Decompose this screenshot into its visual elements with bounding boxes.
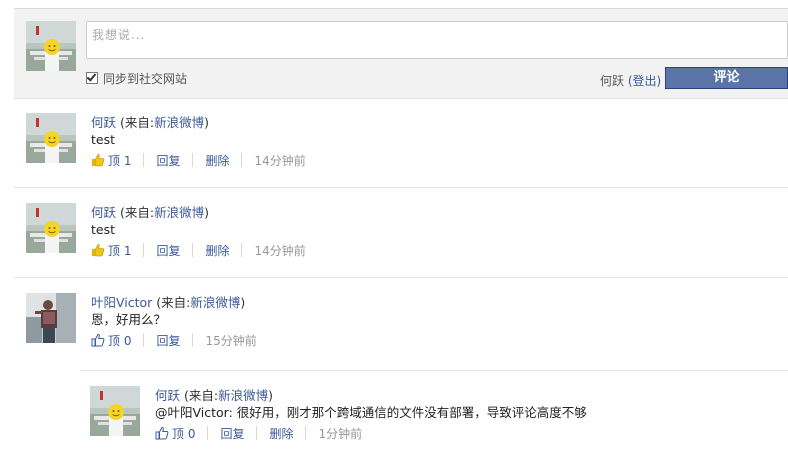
comment-avatar[interactable] xyxy=(26,113,76,163)
reply-button[interactable]: 回复 xyxy=(156,152,180,169)
comment-avatar[interactable] xyxy=(26,293,76,343)
comment-avatar[interactable] xyxy=(90,386,140,436)
like-button[interactable]: 顶 0 xyxy=(155,425,195,442)
source-site-link[interactable]: 新浪微博 xyxy=(154,115,204,130)
delete-button[interactable]: 删除 xyxy=(269,425,293,442)
reply-item: 何跃 (来自:新浪微博) @叶阳Victor: 很好用，刚才那个跨域通信的文件没… xyxy=(80,370,788,467)
thumbs-up-icon xyxy=(91,333,105,347)
source-site-link[interactable]: 新浪微博 xyxy=(218,388,268,403)
comment-text: 恩，好用么？ xyxy=(91,312,167,327)
comment-author-link[interactable]: 何跃 xyxy=(91,115,116,130)
comment-author-link[interactable]: 何跃 xyxy=(91,205,116,220)
divider xyxy=(143,153,145,167)
sync-label: 同步到社交网站 xyxy=(103,71,188,86)
like-button[interactable]: 顶 1 xyxy=(91,242,131,259)
comment-input[interactable]: 我想说... xyxy=(86,21,788,59)
comment-author-link[interactable]: 何跃 xyxy=(155,388,180,403)
divider xyxy=(305,426,307,440)
comment-time: 1分钟前 xyxy=(318,426,363,441)
thumbs-up-icon xyxy=(91,153,105,167)
comment-text: @叶阳Victor: 很好用，刚才那个跨域通信的文件没有部署，导致评论高度不够 xyxy=(155,405,587,420)
sync-option[interactable]: 同步到社交网站 xyxy=(86,71,188,86)
comment-item: 何跃 (来自:新浪微博) test 顶 1 回复 删除 14分钟前 xyxy=(14,188,788,278)
comment-widget: 我想说... 同步到社交网站 何跃 (登出) 评论 何跃 (来自:新浪微博) t… xyxy=(14,8,788,466)
comment-text: test xyxy=(91,132,116,147)
divider xyxy=(256,426,258,440)
current-user-avatar xyxy=(26,21,76,71)
like-button[interactable]: 顶 0 xyxy=(91,332,131,349)
comment-avatar[interactable] xyxy=(26,203,76,253)
divider xyxy=(143,333,145,347)
comment-time: 14分钟前 xyxy=(254,153,306,168)
source-site-link[interactable]: 新浪微博 xyxy=(190,295,240,310)
delete-button[interactable]: 删除 xyxy=(205,242,229,259)
divider xyxy=(143,243,145,257)
thumbs-up-icon xyxy=(91,243,105,257)
comment-source: (来自:新浪微博) xyxy=(184,388,273,403)
logout-link[interactable]: (登出) xyxy=(628,74,661,88)
divider xyxy=(192,153,194,167)
current-user-name: 何跃 xyxy=(600,74,625,88)
divider xyxy=(207,426,209,440)
comment-source: (来自:新浪微博) xyxy=(120,115,209,130)
reply-button[interactable]: 回复 xyxy=(156,332,180,349)
submit-comment-button[interactable]: 评论 xyxy=(665,67,788,89)
comment-author-link[interactable]: 叶阳Victor xyxy=(91,295,152,310)
divider xyxy=(192,243,194,257)
like-button[interactable]: 顶 1 xyxy=(91,152,131,169)
comment-source: (来自:新浪微博) xyxy=(120,205,209,220)
comment-time: 14分钟前 xyxy=(254,243,306,258)
comment-composer: 我想说... 同步到社交网站 何跃 (登出) 评论 xyxy=(14,8,788,99)
reply-button[interactable]: 回复 xyxy=(156,242,180,259)
comment-time: 15分钟前 xyxy=(205,333,257,348)
sync-checkbox[interactable] xyxy=(86,72,98,84)
delete-button[interactable]: 删除 xyxy=(205,152,229,169)
divider xyxy=(241,243,243,257)
current-user-line: 何跃 (登出) xyxy=(600,72,661,89)
divider xyxy=(241,153,243,167)
comment-text: test xyxy=(91,222,116,237)
thumbs-up-icon xyxy=(155,426,169,440)
divider xyxy=(192,333,194,347)
comment-source: (来自:新浪微博) xyxy=(156,295,246,310)
source-site-link[interactable]: 新浪微博 xyxy=(154,205,204,220)
reply-button[interactable]: 回复 xyxy=(220,425,244,442)
comment-item: 何跃 (来自:新浪微博) test 顶 1 回复 删除 14分钟前 xyxy=(14,98,788,188)
